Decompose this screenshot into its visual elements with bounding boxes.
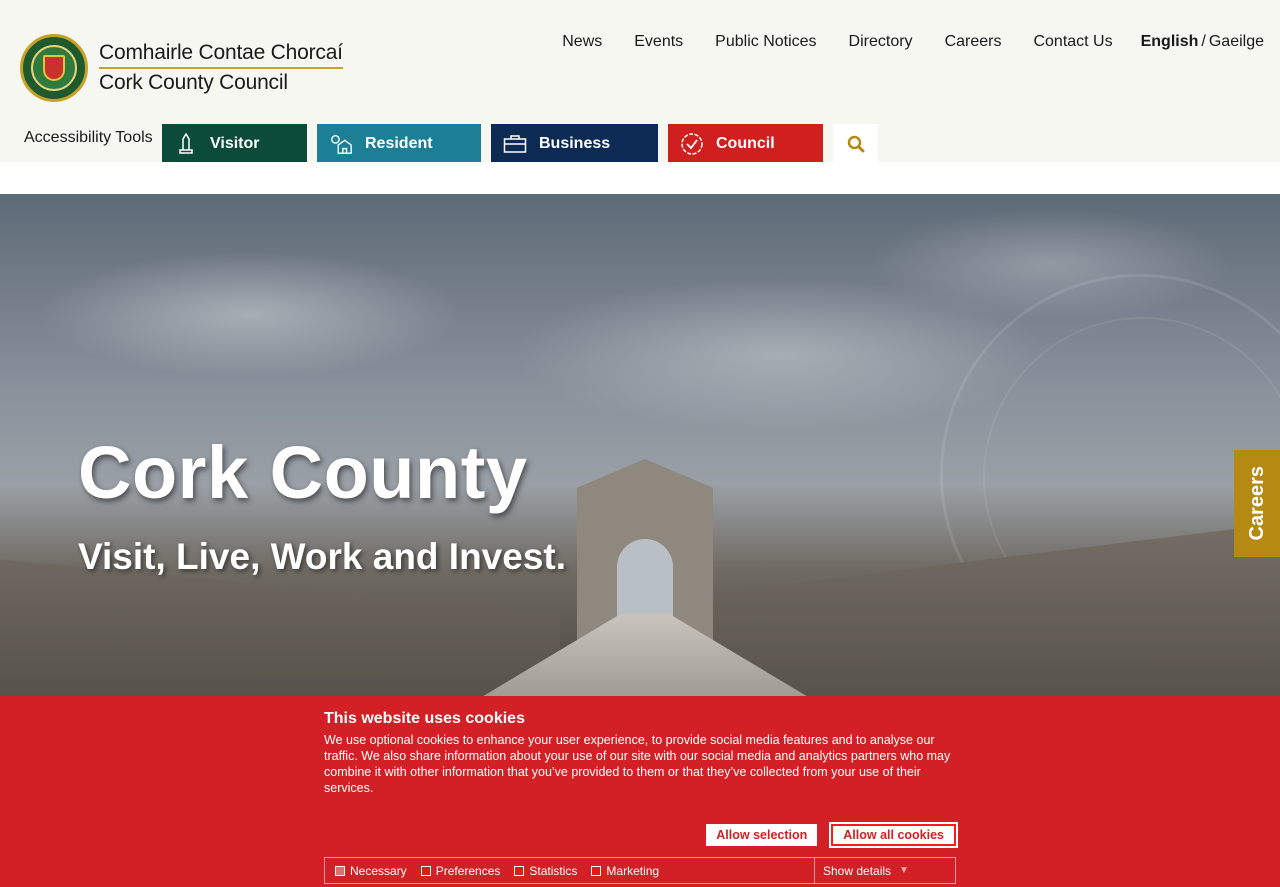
checkbox-statistics-box	[514, 865, 525, 876]
cookie-banner: This website uses cookies We use optiona…	[0, 696, 1280, 887]
nav-visitor-label: Visitor	[210, 135, 260, 152]
site-header: Comhairle Contae Chorcaí Cork County Cou…	[0, 0, 1280, 164]
nav-council[interactable]: Council	[668, 124, 823, 164]
hero-tagline: Visit, Live, Work and Invest.	[78, 536, 567, 577]
language-switcher: English / Gaeilge	[1141, 33, 1264, 51]
search-button[interactable]	[833, 124, 878, 164]
top-navigation: News Events Public Notices Directory Car…	[530, 33, 1264, 51]
allow-selection-button[interactable]: Allow selection	[706, 824, 818, 846]
cookie-description: We use optional cookies to enhance your …	[324, 733, 951, 795]
checkbox-statistics[interactable]: Statistics	[514, 864, 577, 878]
cookie-consent-options: Necessary Preferences Statistics Marketi…	[324, 857, 956, 884]
accessibility-tools-link[interactable]: Accessibility Tools	[24, 129, 153, 147]
checkbox-preferences-label: Preferences	[435, 863, 501, 878]
checkbox-preferences[interactable]: Preferences	[420, 863, 501, 878]
lang-separator: /	[1201, 33, 1206, 50]
nav-careers[interactable]: Careers	[945, 33, 1002, 51]
show-details-toggle[interactable]: Show details ▼	[814, 858, 955, 883]
checkbox-necessary[interactable]: Necessary	[335, 864, 407, 878]
nav-business[interactable]: Business	[491, 124, 658, 164]
monument-icon	[174, 132, 198, 156]
nav-council-label: Council	[716, 135, 775, 152]
hero-fort-wall-left	[0, 559, 560, 696]
nav-business-label: Business	[539, 135, 611, 152]
nav-resident[interactable]: Resident	[317, 124, 481, 164]
careers-side-tab-label: Careers	[1245, 466, 1268, 541]
cookie-title: This website uses cookies	[324, 710, 525, 727]
nav-directory[interactable]: Directory	[849, 33, 913, 51]
checkbox-statistics-label: Statistics	[529, 863, 578, 878]
logo-irish-name: Comhairle Contae Chorcaí	[99, 41, 343, 69]
logo-english-name: Cork County Council	[99, 71, 288, 94]
nav-public-notices[interactable]: Public Notices	[715, 33, 816, 51]
checkbox-preferences-box	[420, 865, 431, 876]
nav-news[interactable]: News	[562, 33, 602, 51]
hero-title: Cork County	[78, 431, 528, 514]
lang-english[interactable]: English	[1141, 33, 1199, 51]
nav-events[interactable]: Events	[634, 33, 683, 51]
careers-side-tab[interactable]: Careers	[1234, 450, 1280, 557]
checkbox-marketing[interactable]: Marketing	[591, 864, 659, 878]
nav-contact-us[interactable]: Contact Us	[1033, 33, 1112, 51]
allow-all-cookies-button[interactable]: Allow all cookies	[829, 822, 958, 848]
nav-resident-label: Resident	[365, 135, 433, 152]
hero-banner: Cork County Visit, Live, Work and Invest…	[0, 194, 1280, 696]
briefcase-icon	[503, 132, 527, 156]
site-logo[interactable]: Comhairle Contae Chorcaí Cork County Cou…	[20, 34, 343, 102]
checkbox-marketing-box	[591, 865, 602, 876]
header-spacer	[0, 162, 1280, 194]
audience-navigation: Visitor Resident Business Council	[162, 124, 878, 164]
checkbox-necessary-label: Necessary	[350, 863, 407, 878]
checkbox-marketing-label: Marketing	[606, 863, 660, 878]
county-seal-icon	[20, 34, 88, 102]
house-gear-icon	[329, 132, 353, 156]
lang-irish[interactable]: Gaeilge	[1209, 33, 1264, 51]
show-details-label: Show details	[823, 863, 892, 878]
search-icon	[847, 135, 864, 153]
chevron-down-icon: ▼	[899, 865, 909, 876]
checkbox-necessary-box	[335, 865, 345, 876]
nav-visitor[interactable]: Visitor	[162, 124, 307, 164]
badge-check-icon	[680, 132, 704, 156]
